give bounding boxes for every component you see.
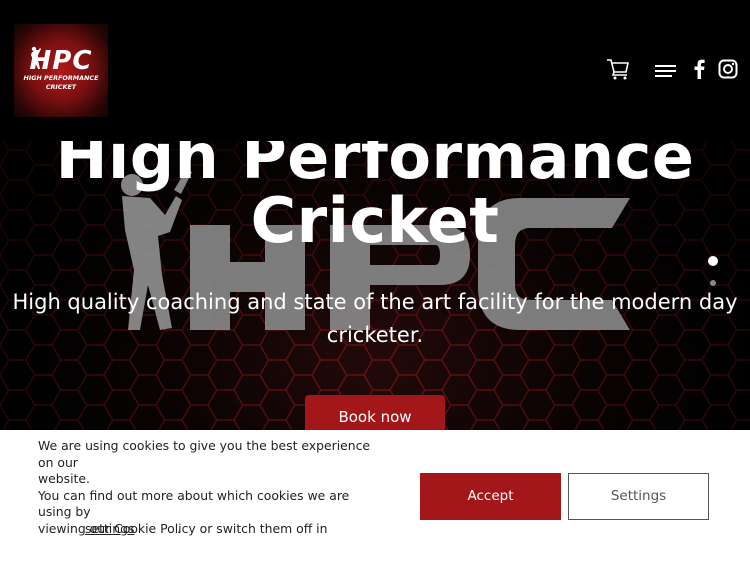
cart-icon[interactable] <box>606 58 630 80</box>
cookie-banner: We are using cookies to give you the bes… <box>0 430 750 563</box>
accept-button[interactable]: Accept <box>420 473 561 520</box>
cookie-period: . <box>177 521 181 536</box>
cookie-text-line1: We are using cookies to give you the bes… <box>38 438 371 470</box>
settings-button[interactable]: Settings <box>568 473 709 520</box>
instagram-icon[interactable] <box>718 59 738 79</box>
slider-dot-2[interactable] <box>710 280 716 286</box>
facebook-icon[interactable] <box>692 59 706 79</box>
cookie-settings-link[interactable]: settings <box>85 521 134 536</box>
logo-line1-text: HIGH PERFORMANCE <box>23 74 99 82</box>
cookie-text-line3: You can find out more about which cookie… <box>38 487 350 520</box>
logo-line2-text: CRICKET <box>45 83 77 91</box>
cookie-text-line2: website. <box>38 471 90 487</box>
menu-icon[interactable] <box>655 64 676 78</box>
site-header: HPC HIGH PERFORMANCE CRICKET <box>0 0 750 141</box>
hero-subtitle: High quality coaching and state of the a… <box>12 290 738 347</box>
slider-dot-1[interactable] <box>708 256 718 266</box>
logo-mark-text: HPC <box>29 46 93 76</box>
hpc-logo[interactable]: HPC HIGH PERFORMANCE CRICKET <box>14 24 108 117</box>
hero-title-line2: Cricket <box>250 184 500 257</box>
